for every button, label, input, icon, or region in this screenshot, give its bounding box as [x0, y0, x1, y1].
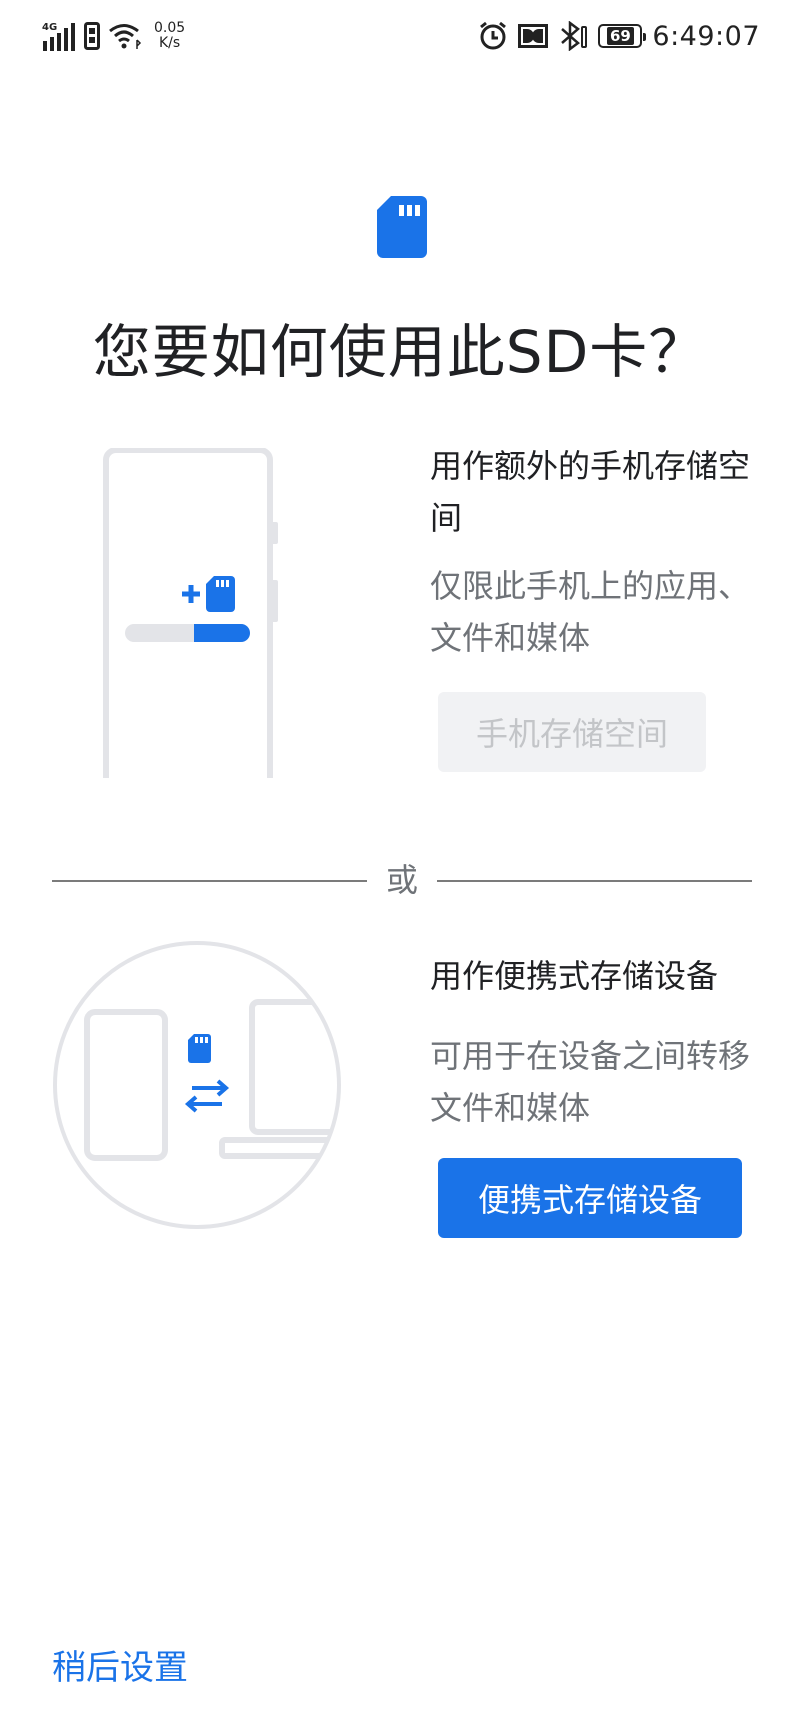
portable-storage-button[interactable]: 便携式存储设备	[438, 1158, 742, 1238]
divider-line-left	[52, 880, 367, 882]
wifi-icon	[109, 24, 142, 49]
page-title: 您要如何使用此SD卡？	[92, 318, 708, 386]
internal-storage-description: 仅限此手机上的应用、文件和媒体	[430, 567, 751, 657]
sd-card-setup-screen: 4G 0.05 K/s 69 6:49:07 您要如何使用此SD卡？ 用作额外的…	[0, 0, 800, 1733]
internal-storage-title: 用作额外的手机存储空间	[430, 447, 751, 537]
status-bar-left: 4G 0.05 K/s	[42, 16, 185, 56]
set-up-later-link[interactable]: 稍后设置	[52, 1640, 188, 1689]
sd-card-icon	[377, 196, 427, 258]
signal-icon: 4G	[42, 22, 75, 51]
status-bar: 4G 0.05 K/s 69 6:49:07	[0, 0, 800, 70]
divider-label: 或	[385, 861, 418, 899]
internal-storage-button[interactable]: 手机存储空间	[438, 692, 706, 772]
divider-line-right	[437, 880, 752, 882]
bluetooth-icon	[561, 21, 588, 51]
battery-icon: 69	[598, 24, 647, 48]
network-speed-value: 0.05	[154, 20, 186, 36]
sim-icon	[84, 22, 100, 50]
network-speed: 0.05 K/s	[154, 21, 185, 51]
network-speed-unit: K/s	[158, 35, 181, 51]
status-time: 6:49:07	[652, 20, 760, 52]
dolby-icon	[518, 24, 549, 48]
portable-transfer-illustration	[53, 941, 341, 1229]
portable-storage-description: 可用于在设备之间转移文件和媒体	[430, 1037, 751, 1127]
or-divider: 或	[52, 860, 752, 900]
phone-storage-illustration	[103, 448, 278, 778]
battery-level: 69	[606, 27, 634, 45]
portable-storage-title: 用作便携式存储设备	[430, 957, 719, 995]
status-bar-right: 69 6:49:07	[478, 16, 760, 56]
alarm-icon	[480, 21, 507, 50]
svg-text:4G: 4G	[42, 22, 57, 33]
